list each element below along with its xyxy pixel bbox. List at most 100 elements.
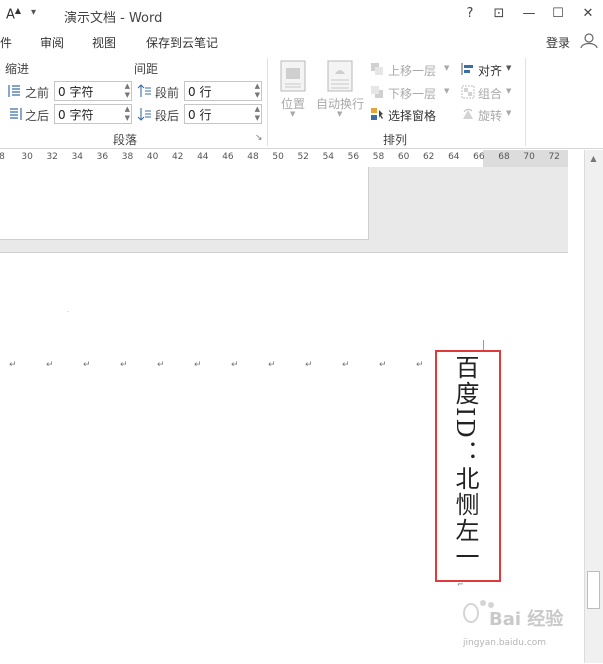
watermark-url: jingyan.baidu.com (463, 638, 547, 648)
position-dropdown-icon[interactable]: ▼ (290, 110, 295, 118)
tab-view[interactable]: 视图 (92, 34, 116, 51)
paragraph-mark-icon: ↵ (83, 360, 91, 370)
ruler-tick-label: 38 (121, 152, 134, 162)
spinner-arrows-icon[interactable]: ▲ ▼ (255, 82, 260, 100)
indent-before-label: 之前 (25, 86, 50, 100)
paragraph-mark-icon: ↵ (120, 360, 128, 370)
ruler-tick-label: 36 (96, 152, 109, 162)
space-before-input[interactable]: 0 行 ▲ ▼ (184, 81, 262, 101)
watermark-text: Bai 经验 (489, 609, 564, 630)
minimize-button[interactable]: — (518, 4, 540, 24)
close-button[interactable]: ✕ (577, 4, 599, 24)
bring-forward-icon[interactable] (370, 62, 384, 76)
space-before-label: 段前 (155, 86, 180, 100)
ruler-tick-label: 62 (422, 152, 435, 162)
ribbon-tabs (0, 30, 603, 54)
ruler-tick-label: 42 (171, 152, 184, 162)
ruler-tick-label: 52 (297, 152, 309, 162)
ruler-tick-label: 66 (473, 152, 485, 162)
wrap-text-icon[interactable] (327, 60, 353, 92)
scroll-up-arrow-icon[interactable]: ▲ (584, 150, 603, 167)
ruler-tick-label: 50 (272, 152, 284, 162)
help-button[interactable]: ? (459, 4, 481, 24)
bring-forward-dropdown-icon[interactable]: ▼ (444, 64, 449, 72)
maximize-button[interactable]: ☐ (547, 4, 569, 24)
text-cursor-mark: . (67, 307, 69, 314)
space-after-value: 0 行 (188, 108, 212, 122)
send-backward-label[interactable]: 下移一层 (388, 85, 436, 102)
font-glyph: A (6, 7, 15, 23)
user-icon[interactable] (579, 32, 599, 48)
rotate-label[interactable]: 旋转 (478, 107, 502, 124)
group-objects-icon[interactable] (461, 85, 475, 99)
paragraph-mark-icon: ↵ (157, 360, 165, 370)
paragraph-group-label: 段落 (113, 133, 138, 147)
spinner-arrows-icon[interactable]: ▲ ▼ (125, 105, 130, 123)
paragraph-mark-icon: ↵ (416, 360, 424, 370)
customize-quick-access-icon[interactable]: ▾ (31, 7, 36, 18)
selection-pane-label[interactable]: 选择窗格 (388, 107, 436, 124)
rotate-dropdown-icon[interactable]: ▼ (506, 109, 511, 117)
indent-left-icon (8, 85, 20, 97)
indent-right-icon (10, 108, 22, 120)
paragraph-mark-icon: ↵ (342, 360, 350, 370)
ruler-tick-label: 8 (0, 152, 5, 162)
group-separator (267, 58, 268, 146)
spacing-label: 间距 (134, 62, 159, 76)
rotate-icon[interactable] (461, 107, 475, 121)
ruler-tick-label: 40 (146, 152, 159, 162)
spinner-arrows-icon[interactable]: ▲ ▼ (125, 82, 130, 100)
group-objects-dropdown-icon[interactable]: ▼ (506, 87, 511, 95)
ruler-tick-label: 60 (397, 152, 410, 162)
position-icon[interactable] (280, 60, 306, 92)
space-before-icon (137, 84, 151, 97)
tab-file[interactable]: 件 (0, 34, 12, 51)
space-after-input[interactable]: 0 行 ▲ ▼ (184, 104, 262, 124)
text-box-content[interactable]: 百度ID：北恻左一 (448, 355, 483, 570)
space-after-icon (137, 108, 151, 121)
ruler-tick-label: 70 (523, 152, 535, 162)
align-label[interactable]: 对齐 (478, 62, 502, 79)
paragraph-mark-icon: ↵ (231, 360, 239, 370)
bring-forward-label[interactable]: 上移一层 (388, 62, 436, 79)
paragraph-mark-icon: ↵ (379, 360, 387, 370)
spinner-arrows-icon[interactable]: ▲ ▼ (255, 105, 260, 123)
indent-after-input[interactable]: 0 字符 ▲ ▼ (54, 104, 132, 124)
space-after-label: 段后 (155, 109, 180, 123)
font-size-icon[interactable]: A▲ (6, 6, 21, 22)
arrange-group-label: 排列 (383, 133, 408, 147)
anchor-mark: ⌐ (457, 580, 464, 589)
ruler-tick-label: 54 (322, 152, 335, 162)
window-title: 演示文档 - Word (64, 11, 163, 26)
scrollbar-thumb[interactable] (587, 571, 600, 609)
ruler-tick-label: 58 (372, 152, 385, 162)
paragraph-mark-icon: ↵ (9, 360, 17, 370)
send-backward-dropdown-icon[interactable]: ▼ (444, 87, 449, 95)
paragraph-mark-icon: ↵ (305, 360, 313, 370)
wrap-text-dropdown-icon[interactable]: ▼ (337, 110, 342, 118)
indent-before-value: 0 字符 (58, 85, 94, 99)
ruler-tick-label: 34 (71, 152, 84, 162)
ruler-tick-label: 46 (222, 152, 234, 162)
indent-after-label: 之后 (25, 109, 50, 123)
selection-pane-icon[interactable] (370, 107, 384, 121)
indent-before-input[interactable]: 0 字符 ▲ ▼ (54, 81, 132, 101)
align-dropdown-icon[interactable]: ▼ (506, 64, 511, 72)
paragraph-mark-icon: ↵ (194, 360, 202, 370)
align-icon[interactable] (461, 62, 475, 76)
group-objects-label[interactable]: 组合 (478, 85, 502, 102)
send-backward-icon[interactable] (370, 85, 384, 99)
ruler-tick-label: 56 (347, 152, 360, 162)
tab-save-to-cloud-note[interactable]: 保存到云笔记 (146, 34, 218, 51)
paragraph-dialog-launcher-icon[interactable]: ↘ (255, 133, 263, 143)
previous-page[interactable] (0, 167, 369, 240)
ruler-tick-label: 72 (548, 152, 560, 162)
ruler-tick-label: 68 (498, 152, 510, 162)
paragraph-mark-icon: ↵ (268, 360, 276, 370)
group-separator (525, 58, 526, 146)
space-before-value: 0 行 (188, 85, 212, 99)
ribbon-display-options-button[interactable]: ⊡ (488, 4, 510, 24)
ruler-tick-label: 48 (247, 152, 259, 162)
ruler-tick-label: 32 (46, 152, 58, 162)
tab-review[interactable]: 审阅 (40, 34, 64, 51)
